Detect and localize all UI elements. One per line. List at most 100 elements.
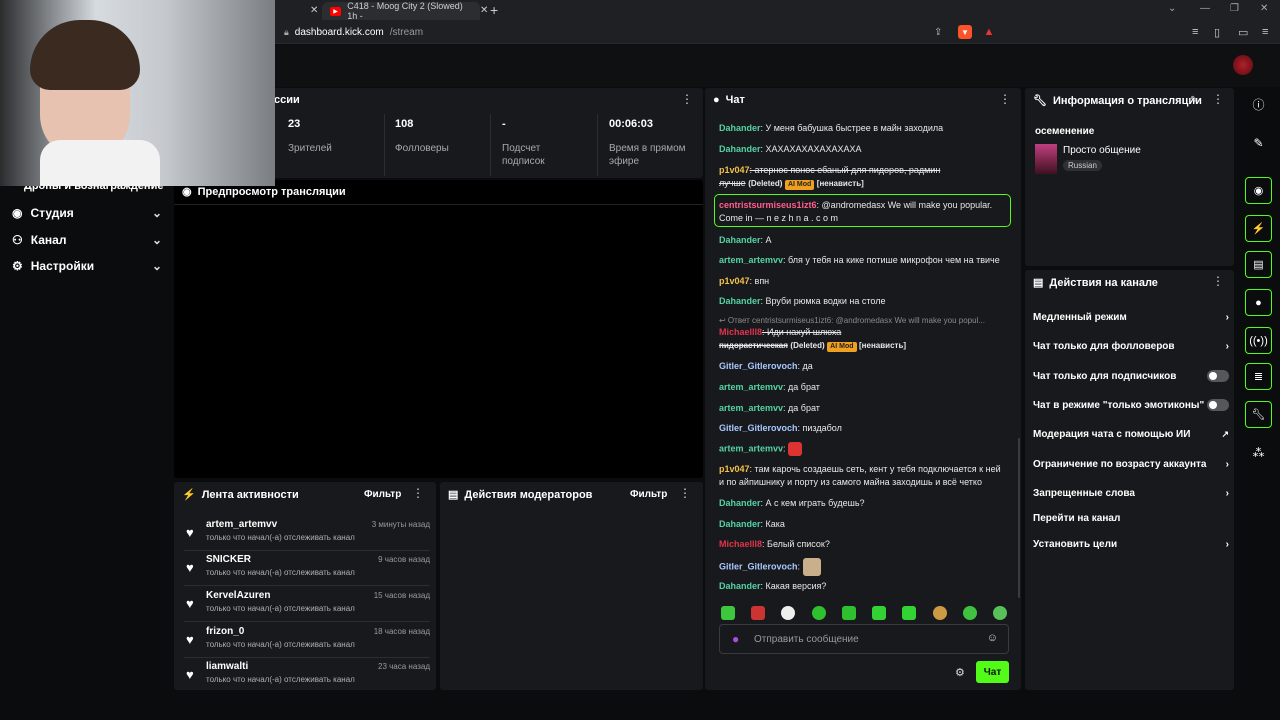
info-icon[interactable]: ⓘ (1245, 91, 1272, 118)
list-icon[interactable]: ≣ (1245, 363, 1272, 390)
filter-button[interactable]: Фильтр (364, 489, 401, 500)
preview-icon: ◉ (182, 186, 192, 198)
browser-tab-active[interactable]: ▶ C418 - Moog City 2 (Slowed) 1h - (322, 1, 480, 21)
wallet-icon[interactable]: ▭ (1238, 26, 1248, 39)
more-options-icon[interactable]: ⋮ (999, 93, 1011, 105)
stream-title: осеменение (1035, 126, 1095, 137)
chat-message: artem_artemvv: да брат (719, 382, 820, 392)
sidebar-item-settings[interactable]: ⚙ Настройки ⌄ (12, 255, 162, 277)
chat-message: Michaelll8: Белый список? (719, 539, 830, 549)
lightning-icon[interactable]: ⚡ (1245, 215, 1272, 242)
more-options-icon[interactable]: ⋮ (1212, 275, 1224, 287)
menu-icon[interactable]: ≡ (1262, 26, 1268, 38)
emote-icon[interactable] (872, 606, 887, 620)
list-item: ♥ KervelAzuren 15 часов назад только что на… (184, 590, 430, 622)
more-options-icon[interactable]: ⋮ (679, 487, 691, 499)
chevron-right-icon: › (1225, 487, 1229, 499)
close-tab-icon[interactable]: ✕ (310, 5, 318, 16)
chat-message: artem_artemvv: (719, 442, 1009, 456)
stat-followers: 108 Фолловеры (395, 118, 449, 154)
ai-moderation-item[interactable]: Модерация чата с помощью ИИ ↗ (1033, 423, 1229, 445)
sidebar-item-channel[interactable]: ⚇ Канал ⌄ (12, 229, 162, 251)
minimize-icon[interactable]: — (1200, 3, 1210, 14)
chat-input[interactable]: ● Отправить сообщение ☺ (719, 624, 1009, 654)
panel-title: ссии (274, 94, 300, 106)
new-tab-icon[interactable]: + (490, 2, 498, 18)
edit-icon[interactable]: ✎ (1190, 95, 1198, 106)
emote-icon (802, 558, 821, 576)
avatar[interactable] (1233, 55, 1253, 75)
ai-mod-badge: AI Mod (784, 180, 815, 190)
subscribers-only-toggle[interactable] (1207, 370, 1229, 382)
chat-message: Dahander: У меня бабушка быстрее в майн … (719, 123, 944, 133)
chevron-down-icon[interactable]: ⌄ (1168, 3, 1176, 14)
heart-icon: ♥ (186, 632, 194, 647)
rewards-icon[interactable]: ▲ (982, 25, 996, 39)
url-field[interactable]: 🔒︎ dashboard.kick.com/stream (284, 24, 423, 40)
maximize-icon[interactable]: ❐ (1230, 3, 1239, 14)
chat-message-highlighted: centristsurmiseus1izt6: @andromedasx We … (719, 200, 993, 223)
wrench-icon[interactable]: 🔧︎ (1245, 401, 1272, 428)
chat-icon[interactable]: ● (1245, 289, 1272, 316)
sidebar-item-studio[interactable]: ◉ Студия ⌄ (12, 202, 162, 224)
chat-message: Dahander: Какая версия? (719, 581, 827, 591)
panel-title: Информация о трансляции (1052, 94, 1202, 107)
account-age-item[interactable]: Ограничение по возрасту аккаунта › (1033, 453, 1229, 475)
close-window-icon[interactable]: ✕ (1260, 3, 1268, 14)
banned-words-item[interactable]: Запрещенные слова › (1033, 482, 1229, 504)
chat-message: Dahander: Вруби рюмка водки на столе (719, 296, 886, 306)
list-item: ♥ liamwalti 23 часа назад только что начал(… (186, 661, 430, 684)
emote-icon[interactable] (962, 606, 977, 620)
more-options-icon[interactable]: ⋮ (681, 93, 693, 105)
preview-toggle-icon[interactable]: ◉ (1245, 177, 1272, 204)
close-tab-icon[interactable]: ✕ (480, 5, 488, 16)
panel-header: ▤ Действия на канале (1033, 276, 1158, 290)
chat-message: artem_artemvv: бля у тебя на кике потише… (719, 255, 1000, 265)
emote-icon[interactable] (811, 606, 826, 620)
chat-scrollbar[interactable] (1018, 438, 1020, 598)
list-item: ♥ SNICKER 9 часов назад только что начал(-а… (184, 554, 430, 586)
studio-icon: ◉ (12, 206, 23, 220)
gear-icon[interactable]: ⚙ (955, 666, 965, 679)
url-host: dashboard.kick.com (294, 26, 384, 38)
set-goals-item[interactable]: Установить цели › (1033, 533, 1229, 555)
chat-message: Gitler_Gitlerovoch: да (719, 361, 813, 371)
emote-icon[interactable] (721, 606, 735, 620)
emote-icon[interactable] (992, 606, 1007, 620)
url-path: /stream (389, 26, 424, 38)
panel-header: ▤ Действия модераторов (448, 488, 592, 502)
more-options-icon[interactable]: ⋮ (1212, 93, 1224, 105)
more-options-icon[interactable]: ⋮ (412, 487, 424, 499)
chat-message: Gitler_Gitlerovoch: пиздабол (719, 423, 842, 433)
emoji-icon[interactable]: ☺ (987, 632, 998, 644)
microphone-icon[interactable]: ● (732, 632, 739, 646)
users-icon: ⚇ (12, 233, 23, 247)
slow-mode-item[interactable]: Медленный режим › (1033, 306, 1229, 328)
broadcast-icon[interactable]: ((•)) (1245, 327, 1272, 354)
emote-icon[interactable] (751, 606, 766, 620)
send-chat-button[interactable]: Чат (976, 661, 1009, 683)
add-widget-icon[interactable]: ⁂ (1245, 439, 1272, 466)
emote-icon[interactable] (902, 606, 917, 620)
channel-actions-panel: ▤ Действия на канале ⋮ Медленный режим › … (1025, 270, 1234, 690)
emote-icon[interactable] (781, 606, 796, 620)
panel-header: ⚡ Лента активности (182, 488, 299, 502)
left-sidebar: Дропы и вознаграждение ◉ Студия ⌄ ⚇ Кана… (0, 180, 172, 720)
go-to-channel-item[interactable]: Перейти на канал (1033, 507, 1229, 529)
emote-icon[interactable] (932, 606, 947, 620)
right-rail: ⓘ ✎ ◉ ⚡ ▤ ● ((•)) ≣ 🔧︎ ⁂ (1238, 87, 1280, 720)
share-icon[interactable]: ⇪ (934, 27, 942, 38)
heart-icon: ♥ (186, 596, 194, 611)
brave-shield-icon[interactable]: ▼ (958, 25, 972, 39)
chat-message: Dahander: А (719, 235, 772, 245)
heart-icon: ♥ (186, 525, 194, 540)
sidebar-icon[interactable]: ▯ (1214, 26, 1220, 39)
emote-only-toggle[interactable] (1207, 399, 1229, 411)
panel-header: ● Чат (713, 94, 745, 106)
emote-icon[interactable] (841, 606, 856, 620)
playlist-icon[interactable]: ≡ (1192, 26, 1198, 38)
document-icon[interactable]: ▤ (1245, 251, 1272, 278)
filter-button[interactable]: Фильтр (630, 489, 667, 500)
pencil-icon[interactable]: ✎ (1245, 129, 1272, 156)
followers-only-item[interactable]: Чат только для фолловеров › (1033, 335, 1229, 357)
